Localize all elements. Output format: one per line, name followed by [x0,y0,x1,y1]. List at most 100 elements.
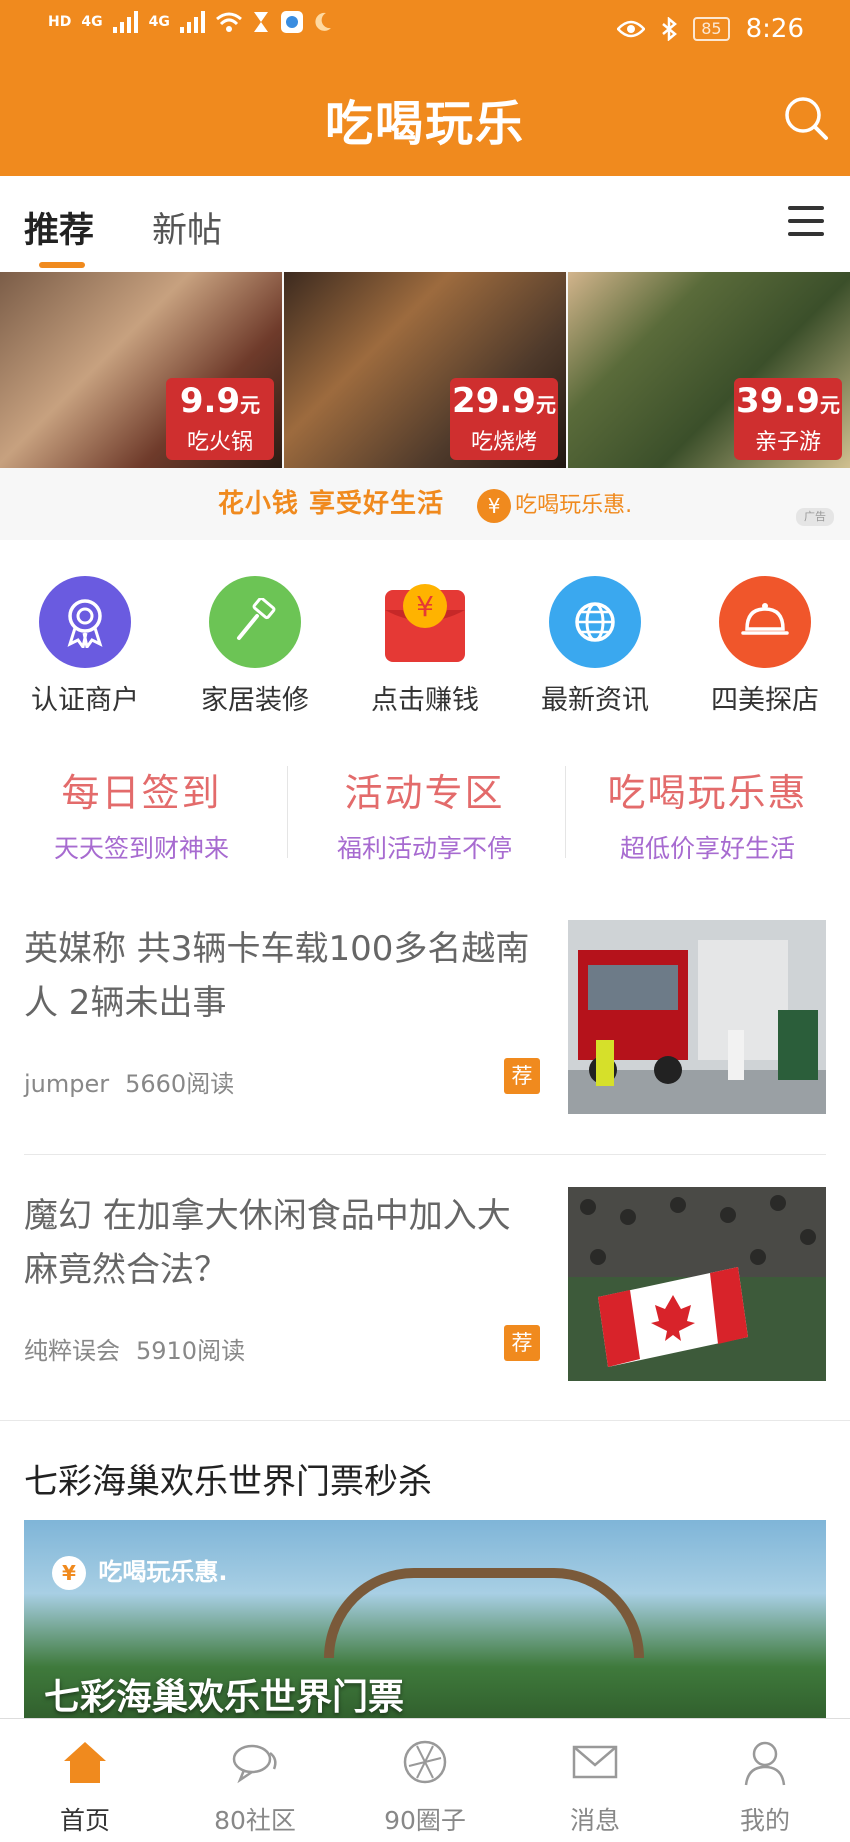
home-icon [64,1742,106,1783]
article-thumbnail [568,920,826,1114]
ad-tag: 广告 [796,508,834,526]
mail-icon [572,1745,618,1779]
article-meta: jumper 5660阅读 [24,1064,250,1099]
article-item[interactable]: 魔幻 在加拿大休闲食品中加入大麻竟然合法？ 纯粹误会 5910阅读 荐 [0,1155,850,1421]
grid-item-home-renovation[interactable]: 家居装修 [170,576,340,717]
search-icon[interactable] [782,94,830,142]
grid-label: 最新资讯 [541,685,649,716]
eye-icon [617,20,646,38]
nav-profile[interactable]: 我的 [680,1737,850,1837]
grid-label: 点击赚钱 [371,685,479,716]
article-author: jumper [24,1070,110,1098]
promo-title: 每日签到 [61,771,222,815]
park-gate-arch [324,1568,644,1658]
recommended-badge: 荐 [504,1058,540,1094]
article-title: 魔幻 在加拿大休闲食品中加入大麻竟然合法？ [24,1196,511,1290]
tab-recommend[interactable]: 推荐 [24,202,94,268]
signal-indicators: HD 4G 4G [48,10,332,34]
price-unit: 元 [819,393,840,417]
feature-brand: ¥ 吃喝玩乐惠. [52,1552,227,1590]
divider [0,1420,850,1421]
status-bar: HD 4G 4G 85 8:26 [0,0,850,64]
nav-community-80[interactable]: 80社区 [170,1737,340,1837]
signal-icon [112,11,138,33]
cloche-icon [719,576,811,668]
hd-label: HD [48,14,72,30]
status-right: 85 8:26 [617,14,804,44]
banner-brand: ¥ 吃喝玩乐惠. [477,489,633,523]
price-unit: 元 [535,393,556,417]
nav-label: 我的 [739,1806,790,1835]
category-grid: 认证商户 家居装修 ¥ 点击赚钱 最新资讯 四美探店 [0,550,850,734]
app-notification-icon [280,11,303,33]
feed-tabs: 推荐 新帖 [0,176,850,272]
feature-title: 七彩海巢欢乐世界门票秒杀 [24,1462,432,1502]
battery-indicator: 85 [693,17,730,41]
banner-panel-family[interactable]: 39.9元 亲子游 [568,272,850,468]
svg-text:¥: ¥ [416,590,434,623]
coin-icon: ¥ [52,1556,86,1590]
article-meta: 纯粹误会 5910阅读 [24,1331,261,1366]
feature-overlay-text: 七彩海巢欢乐世界门票 [44,1677,405,1718]
grid-item-latest-news[interactable]: 最新资讯 [510,576,680,717]
wifi-icon [215,12,242,32]
promo-activity-zone[interactable]: 活动专区 福利活动享不停 [283,762,566,865]
price-unit: 元 [240,393,261,417]
deal-name: 亲子游 [754,430,821,455]
app-title: 吃喝玩乐 [324,96,525,152]
price-value: 9.9 [179,381,241,421]
price-tag: 39.9元 亲子游 [734,378,842,460]
grid-item-store-visits[interactable]: 四美探店 [680,576,850,717]
network-label: 4G [81,14,103,30]
tab-new-posts[interactable]: 新帖 [152,202,222,253]
banner-slogan: 花小钱 享受好生活 [217,489,444,519]
grid-item-earn-money[interactable]: ¥ 点击赚钱 [340,576,510,717]
deal-name: 吃火锅 [186,430,253,455]
user-icon [744,1741,786,1786]
promo-subtitle: 福利活动享不停 [336,834,512,863]
banner-panel-hotpot[interactable]: 9.9元 吃火锅 [0,272,282,468]
article-item[interactable]: 英媒称 共3辆卡车载100多名越南人 2辆未出事 jumper 5660阅读 荐 [0,888,850,1154]
feature-deal[interactable]: 七彩海巢欢乐世界门票秒杀 ¥ 吃喝玩乐惠. 七彩海巢欢乐世界门票 [0,1424,850,1730]
promo-deals[interactable]: 吃喝玩乐惠 超低价享好生活 [566,762,849,865]
signal-icon-2 [179,11,205,33]
article-title: 英媒称 共3辆卡车载100多名越南人 2辆未出事 [24,929,530,1023]
nav-label: 80社区 [214,1806,296,1835]
nav-home[interactable]: 首页 [0,1737,170,1837]
bottom-nav: 首页 80社区 90圈子 消息 我的 [0,1718,850,1842]
chat-icon [232,1744,277,1784]
app-header: HD 4G 4G 85 8:26 吃喝玩乐 [0,0,850,176]
price-tag: 9.9元 吃火锅 [166,378,274,460]
price-value: 39.9 [736,381,820,421]
red-envelope-icon: ¥ [379,576,471,668]
promo-banner[interactable]: 9.9元 吃火锅 29.9元 吃烧烤 39.9元 亲子游 花小钱 享受好生活 ¥… [0,272,850,540]
promo-subtitle: 天天签到财神来 [53,834,229,863]
banner-caption: 花小钱 享受好生活 ¥ 吃喝玩乐惠. 广告 [0,468,850,540]
nav-label: 90圈子 [384,1806,466,1835]
moon-icon [315,12,331,31]
deal-name: 吃烧烤 [470,430,537,455]
feature-image: ¥ 吃喝玩乐惠. 七彩海巢欢乐世界门票 [24,1520,826,1730]
menu-icon[interactable] [788,206,824,238]
grid-label: 认证商户 [31,685,139,716]
brand-text: 吃喝玩乐惠. [98,1558,228,1586]
price-tag: 29.9元 吃烧烤 [450,378,558,460]
nav-circle-90[interactable]: 90圈子 [340,1737,510,1837]
article-reads: 5660阅读 [125,1070,235,1098]
grid-label: 四美探店 [711,685,819,716]
promo-title: 活动专区 [344,771,505,815]
hourglass-icon [253,12,268,32]
bluetooth-icon [662,17,678,41]
brand-text: 吃喝玩乐惠. [515,493,633,518]
grid-item-certified-merchants[interactable]: 认证商户 [0,576,170,717]
banner-panel-bbq[interactable]: 29.9元 吃烧烤 [284,272,566,468]
promo-subtitle: 超低价享好生活 [619,834,795,863]
nav-messages[interactable]: 消息 [510,1737,680,1837]
app-screen: HD 4G 4G 85 8:26 吃喝玩乐 推荐 新帖 9.9元 吃火锅 29.… [0,0,850,1842]
nav-label: 首页 [59,1806,110,1835]
article-author: 纯粹误会 [24,1337,120,1365]
promo-daily-checkin[interactable]: 每日签到 天天签到财神来 [0,762,283,865]
article-reads: 5910阅读 [136,1337,246,1365]
nav-label: 消息 [569,1806,620,1835]
recommended-badge: 荐 [504,1325,540,1361]
